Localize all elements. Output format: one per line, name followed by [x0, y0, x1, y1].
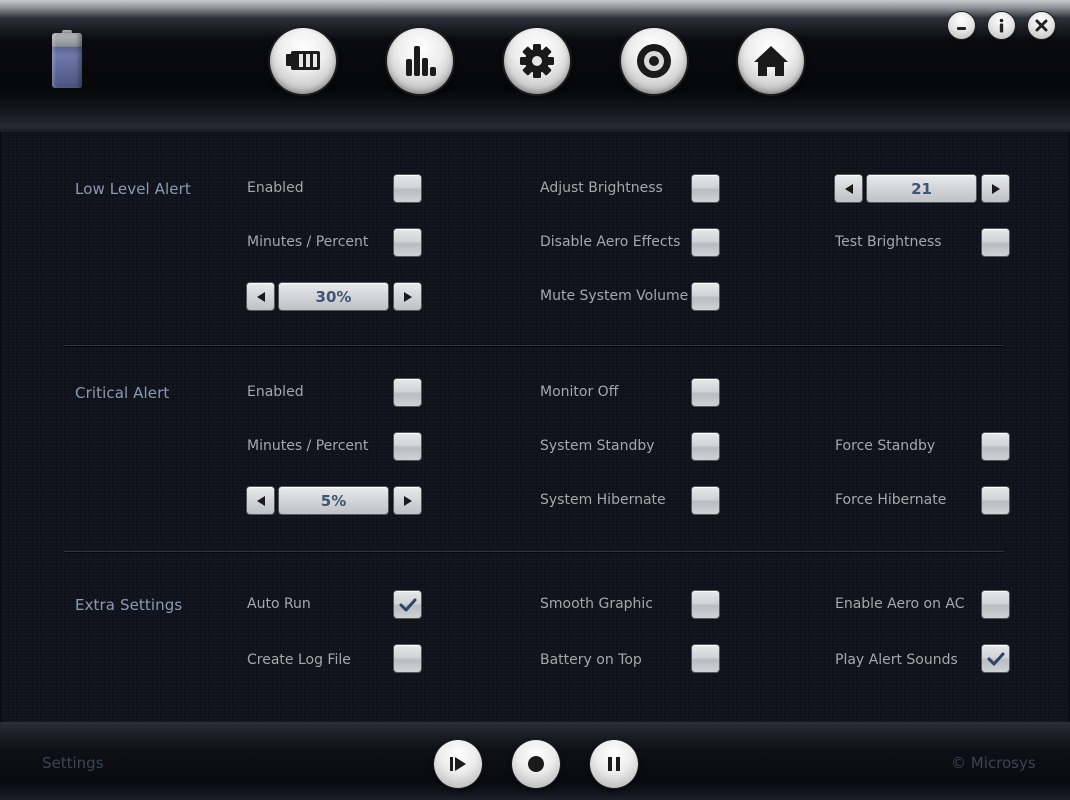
- arrow-left-icon: [844, 183, 853, 194]
- mute-volume-checkbox[interactable]: [692, 283, 719, 310]
- nav-battery-button[interactable]: [270, 28, 336, 94]
- section-title-critical-alert: Critical Alert: [75, 384, 170, 402]
- arrow-left-icon: [256, 495, 265, 506]
- target-icon: [637, 44, 671, 78]
- critical-enabled-checkbox[interactable]: [394, 379, 421, 406]
- header-bar: [0, 0, 1070, 132]
- battery-on-top-label: Battery on Top: [540, 652, 642, 668]
- adjust-brightness-checkbox[interactable]: [692, 175, 719, 202]
- disable-aero-checkbox[interactable]: [692, 229, 719, 256]
- minimize-icon: [957, 27, 966, 30]
- create-log-label: Create Log File: [247, 652, 351, 668]
- checkmark-icon: [987, 652, 1004, 665]
- play-button[interactable]: [434, 740, 482, 788]
- critical-level-decrement-button[interactable]: [247, 487, 274, 514]
- bar-chart-icon: [406, 46, 436, 76]
- create-log-checkbox[interactable]: [394, 645, 421, 672]
- play-icon: [450, 757, 466, 771]
- force-hibernate-checkbox[interactable]: [982, 487, 1009, 514]
- arrow-right-icon: [403, 495, 412, 506]
- pause-button[interactable]: [590, 740, 638, 788]
- force-standby-checkbox[interactable]: [982, 433, 1009, 460]
- critical-minutes-percent-label: Minutes / Percent: [247, 438, 369, 454]
- nav-settings-button[interactable]: [504, 28, 570, 94]
- gear-icon: [520, 44, 554, 78]
- auto-run-label: Auto Run: [247, 596, 311, 612]
- settings-panel: Low Level Alert Enabled Minutes / Percen…: [2, 132, 1068, 722]
- low-enabled-label: Enabled: [247, 180, 304, 196]
- system-standby-label: System Standby: [540, 438, 655, 454]
- critical-minutes-percent-checkbox[interactable]: [394, 433, 421, 460]
- adjust-brightness-label: Adjust Brightness: [540, 180, 663, 196]
- info-icon: [999, 18, 1004, 33]
- low-level-value[interactable]: 30%: [279, 283, 388, 310]
- play-alert-sounds-label: Play Alert Sounds: [835, 652, 958, 668]
- section-divider: [64, 345, 1004, 347]
- home-icon: [754, 46, 788, 76]
- battery-icon: [286, 51, 320, 70]
- critical-level-increment-button[interactable]: [394, 487, 421, 514]
- low-minutes-percent-checkbox[interactable]: [394, 229, 421, 256]
- brightness-decrement-button[interactable]: [835, 175, 862, 202]
- section-title-extra-settings: Extra Settings: [75, 596, 183, 614]
- test-brightness-checkbox[interactable]: [982, 229, 1009, 256]
- section-divider: [64, 551, 1004, 553]
- close-button[interactable]: [1028, 12, 1055, 39]
- monitor-off-checkbox[interactable]: [692, 379, 719, 406]
- battery-on-top-checkbox[interactable]: [692, 645, 719, 672]
- arrow-left-icon: [256, 291, 265, 302]
- nav-statistics-button[interactable]: [387, 28, 453, 94]
- critical-level-value[interactable]: 5%: [279, 487, 388, 514]
- copyright-text: © Microsys: [951, 754, 1036, 772]
- nav-target-button[interactable]: [621, 28, 687, 94]
- arrow-right-icon: [991, 183, 1000, 194]
- force-standby-label: Force Standby: [835, 438, 936, 454]
- checkmark-icon: [399, 598, 416, 611]
- system-hibernate-checkbox[interactable]: [692, 487, 719, 514]
- stop-button[interactable]: [512, 740, 560, 788]
- low-level-decrement-button[interactable]: [247, 283, 274, 310]
- arrow-right-icon: [403, 291, 412, 302]
- mute-volume-label: Mute System Volume: [540, 288, 689, 304]
- force-hibernate-label: Force Hibernate: [835, 492, 947, 508]
- nav-home-button[interactable]: [738, 28, 804, 94]
- brightness-increment-button[interactable]: [982, 175, 1009, 202]
- monitor-off-label: Monitor Off: [540, 384, 619, 400]
- enable-aero-ac-label: Enable Aero on AC: [835, 596, 965, 612]
- auto-run-checkbox[interactable]: [394, 591, 421, 618]
- smooth-graphic-label: Smooth Graphic: [540, 596, 653, 612]
- info-button[interactable]: [988, 12, 1015, 39]
- low-minutes-percent-label: Minutes / Percent: [247, 234, 369, 250]
- low-enabled-checkbox[interactable]: [394, 175, 421, 202]
- system-hibernate-label: System Hibernate: [540, 492, 666, 508]
- play-alert-sounds-checkbox[interactable]: [982, 645, 1009, 672]
- low-level-increment-button[interactable]: [394, 283, 421, 310]
- test-brightness-label: Test Brightness: [835, 234, 942, 250]
- critical-enabled-label: Enabled: [247, 384, 304, 400]
- enable-aero-ac-checkbox[interactable]: [982, 591, 1009, 618]
- stop-icon: [528, 756, 544, 772]
- footer-page-label: Settings: [42, 754, 104, 772]
- minimize-button[interactable]: [948, 12, 975, 39]
- section-title-low-level-alert: Low Level Alert: [75, 180, 191, 198]
- brightness-value[interactable]: 21: [867, 175, 976, 202]
- smooth-graphic-checkbox[interactable]: [692, 591, 719, 618]
- battery-logo-icon: [51, 30, 83, 88]
- footer-bar: Settings © Microsys: [0, 722, 1070, 800]
- pause-icon: [608, 757, 620, 771]
- system-standby-checkbox[interactable]: [692, 433, 719, 460]
- disable-aero-label: Disable Aero Effects: [540, 234, 681, 250]
- close-icon: [1035, 19, 1048, 32]
